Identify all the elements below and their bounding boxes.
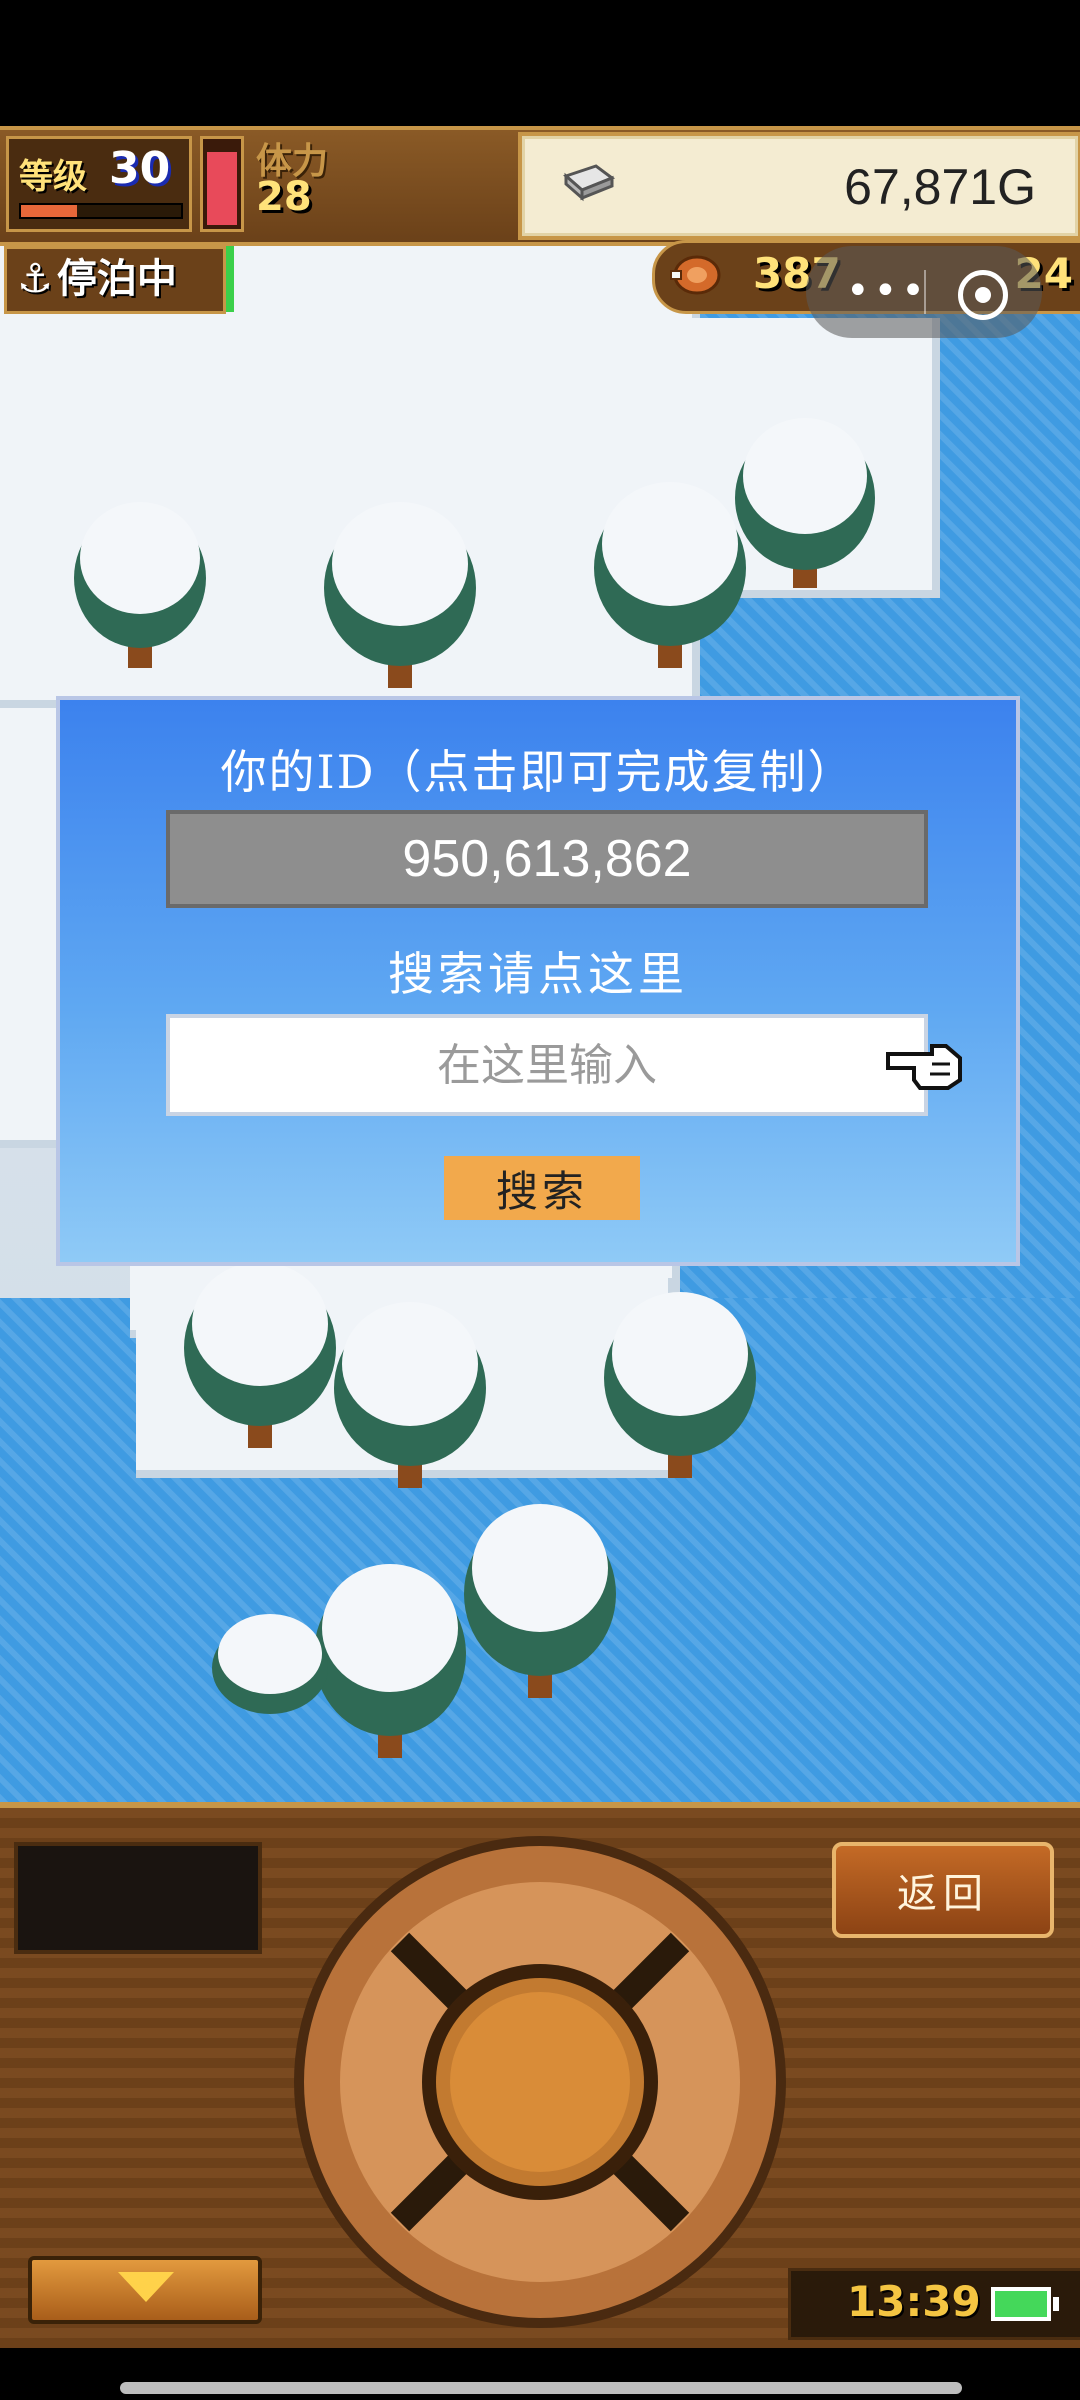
capsule-divider: [924, 270, 926, 314]
snowy-tree: [74, 502, 206, 668]
back-button[interactable]: 返回: [832, 1842, 1054, 1938]
stamina-gauge: [200, 136, 244, 232]
snowy-tree: [594, 482, 746, 668]
gold-bar-icon: [563, 164, 616, 202]
meat-icon: [670, 255, 721, 295]
search-button[interactable]: 搜索: [444, 1156, 640, 1220]
stamina-gauge-fill: [207, 152, 237, 225]
battery-icon: [991, 2287, 1059, 2321]
search-prompt: 搜索请点这里: [388, 947, 688, 1001]
docked-status-label: 停泊中: [56, 256, 177, 302]
level-panel: 等级 30: [6, 136, 192, 232]
clock-time: 13:39: [847, 2277, 981, 2326]
down-arrow-icon: [118, 2272, 174, 2302]
system-home-indicator[interactable]: [120, 2382, 962, 2394]
miniprogram-capsule: •••: [806, 246, 1042, 338]
gold-value: 67,871G: [844, 159, 1036, 215]
game-screen: 等级 30 体力 28 67,871G ⚓ 停泊中 387 24 ••• 你的I…: [0, 0, 1080, 2400]
snowy-tree: [735, 418, 875, 588]
snowy-bush: [212, 1614, 328, 1714]
close-target-icon[interactable]: [958, 270, 1008, 320]
snowy-tree: [464, 1504, 616, 1698]
snowy-tree: [324, 502, 476, 688]
control-console: 返回 13:39: [0, 1802, 1080, 2348]
direction-pad[interactable]: [290, 1832, 790, 2332]
experience-bar: [19, 203, 183, 219]
more-options-icon[interactable]: •••: [846, 271, 929, 311]
player-id-field[interactable]: 950,613,862: [166, 810, 928, 908]
level-value: 30: [109, 143, 171, 194]
level-label: 等级: [19, 157, 87, 197]
gold-panel: 67,871G: [518, 132, 1080, 240]
docked-status-badge: ⚓ 停泊中: [4, 246, 226, 314]
pointing-hand-icon: [886, 1044, 962, 1090]
snowy-tree: [334, 1302, 486, 1488]
experience-bar-fill: [21, 205, 77, 217]
snowy-tree: [314, 1564, 466, 1758]
collapse-down-button[interactable]: [28, 2256, 262, 2324]
id-search-dialog: 你的ID（点击即可完成复制） 950,613,862 搜索请点这里 搜索: [56, 696, 1020, 1266]
snowy-tree: [604, 1292, 756, 1478]
message-slot: [14, 1842, 262, 1954]
search-input[interactable]: [166, 1014, 928, 1116]
snowy-tree: [184, 1262, 336, 1448]
clock-panel: 13:39: [788, 2268, 1080, 2340]
anchor-icon: ⚓: [17, 256, 53, 302]
status-indicator: [226, 246, 234, 312]
id-dialog-title: 你的ID（点击即可完成复制）: [220, 745, 856, 799]
stamina-value: 28: [256, 174, 312, 220]
